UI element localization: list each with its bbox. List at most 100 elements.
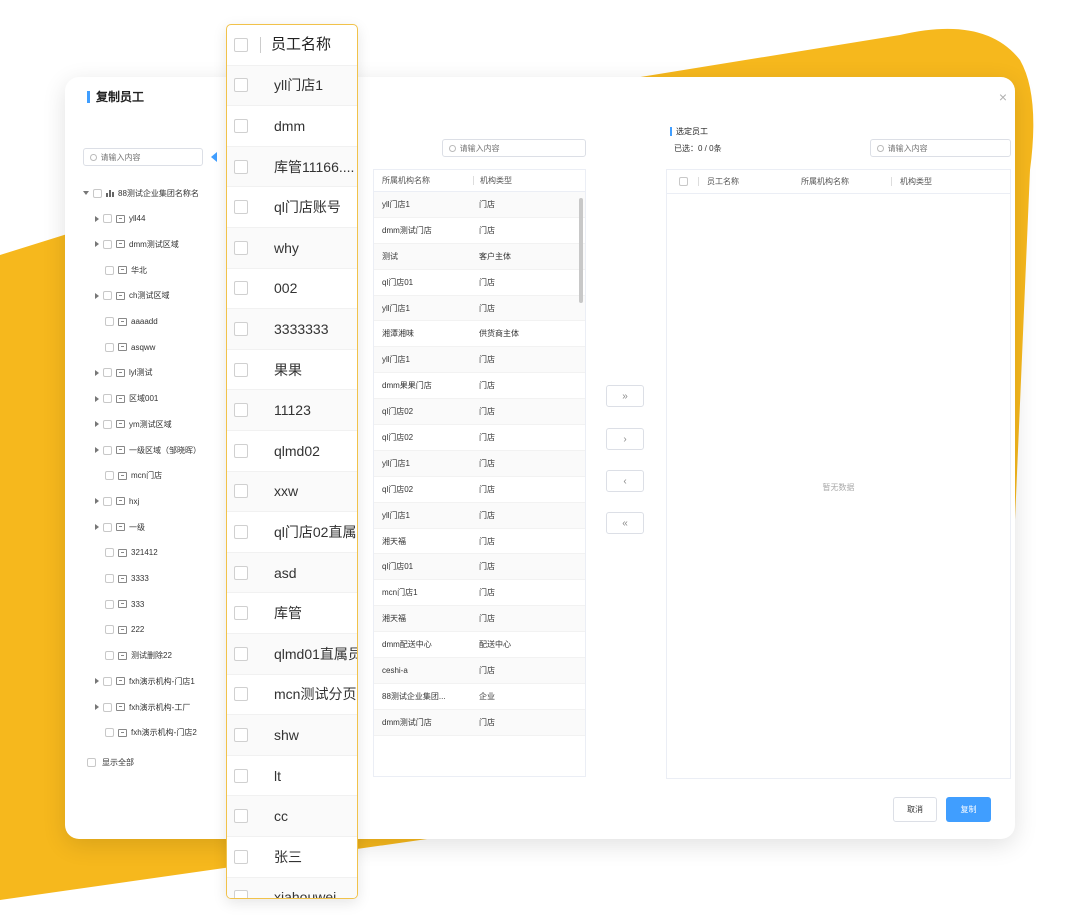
tree-node[interactable]: 321412 [105,547,158,559]
tree-node-checkbox[interactable] [103,214,112,224]
tree-node-checkbox[interactable] [103,291,112,301]
employee-checkbox[interactable] [234,321,248,336]
table-row[interactable]: dmm配送中心 配送中心 [374,632,585,659]
tree-node[interactable]: 88测试企业集团名称名 [83,187,199,199]
org-search-input[interactable] [83,148,203,166]
tree-node[interactable]: yll44 [95,213,145,225]
tree-node-checkbox[interactable] [105,265,114,275]
tree-node[interactable]: 测试删除22 [105,650,172,662]
tree-node[interactable]: fxh演示机构-工厂 [95,701,190,713]
table-row[interactable]: ql门店01 门店 [374,554,585,581]
zoom-employee-row[interactable]: ql门店02直属 [227,512,357,553]
tree-node-checkbox[interactable] [105,625,114,635]
caret-right-icon[interactable] [95,447,99,453]
caret-right-icon[interactable] [95,421,99,428]
tree-node[interactable]: fxh演示机构-门店2 [105,727,197,739]
tree-node[interactable]: 3333 [105,573,149,585]
tree-node[interactable]: 一级 [95,521,145,533]
table-row[interactable]: ql门店02 门店 [374,477,585,503]
table-row[interactable]: 湘天福 门店 [374,529,585,555]
show-all-toggle[interactable]: 显示全部 [87,757,134,768]
tree-node-checkbox[interactable] [103,419,112,429]
employee-checkbox[interactable] [234,849,248,864]
tree-node-checkbox[interactable] [105,471,114,481]
selected-search-input[interactable] [870,139,1011,157]
tree-node[interactable]: ym测试区域 [95,418,172,430]
tree-node-checkbox[interactable] [103,702,112,712]
table-row[interactable]: 湘潭湘味 供货商主体 [374,321,585,348]
employee-checkbox[interactable] [234,727,248,742]
move-all-right-button[interactable]: » [606,385,644,407]
select-all-checkbox[interactable] [679,177,688,186]
zoom-employee-row[interactable]: 11123 [227,390,357,431]
tree-node[interactable]: 华北 [105,264,147,276]
caret-down-icon[interactable] [83,191,89,195]
zoom-employee-row[interactable]: ql门店账号 [227,187,357,228]
employee-checkbox[interactable] [234,687,248,702]
employee-checkbox[interactable] [234,281,248,296]
employee-checkbox[interactable] [234,890,248,898]
zoom-employee-row[interactable]: dmm [227,106,357,147]
table-row[interactable]: yll门店1 门店 [374,347,585,374]
employee-checkbox[interactable] [234,646,248,661]
caret-right-icon[interactable] [95,678,99,685]
employee-checkbox[interactable] [234,118,248,133]
zoom-employee-row[interactable]: 库管11166.... [227,146,357,188]
tree-node[interactable]: 一级区域（邹晓晖） [95,444,201,456]
tree-node-checkbox[interactable] [105,317,114,326]
tree-node[interactable]: 222 [105,624,144,636]
zoom-employee-row[interactable]: 库管 [227,593,357,634]
employee-checkbox[interactable] [234,403,248,418]
zoom-employee-row[interactable]: xiahouwei [227,877,357,898]
employee-checkbox[interactable] [234,768,248,783]
zoom-employee-row[interactable]: qlmd01直属员 [227,634,357,675]
caret-right-icon[interactable] [95,369,99,376]
zoom-employee-row[interactable]: mcn测试分页 [227,675,357,716]
tree-node[interactable]: mcn门店 [105,470,162,482]
tree-node-checkbox[interactable] [103,445,112,455]
employee-checkbox[interactable] [234,200,248,215]
zoom-employee-row[interactable]: cc [227,796,357,837]
tree-node[interactable]: hxj [95,495,139,507]
employee-checkbox[interactable] [234,240,248,255]
employee-search-input[interactable] [442,139,586,157]
move-left-button[interactable]: ‹ [606,470,644,492]
table-scrollbar[interactable] [579,198,583,303]
cancel-button[interactable]: 取消 [893,797,937,822]
show-all-checkbox[interactable] [87,758,96,767]
zoom-employee-row[interactable]: why [227,228,357,269]
caret-right-icon[interactable] [95,498,99,505]
tree-node-checkbox[interactable] [93,188,102,198]
close-icon[interactable]: × [999,89,1007,105]
employee-checkbox[interactable] [234,78,248,93]
employee-checkbox[interactable] [234,524,248,539]
employee-checkbox[interactable] [234,809,248,824]
tree-node-checkbox[interactable] [105,548,114,558]
table-row[interactable]: yll门店1 门店 [374,450,585,477]
zoom-employee-row[interactable]: 张三 [227,837,357,878]
caret-right-icon[interactable] [95,704,99,710]
tree-node-checkbox[interactable] [103,676,112,686]
select-all-checkbox[interactable] [234,37,248,52]
table-row[interactable]: yll门店1 门店 [374,502,585,529]
table-row[interactable]: mcn门店1 门店 [374,580,585,607]
tree-node[interactable]: 区域001 [95,393,158,405]
table-row[interactable]: yll门店1 门店 [374,192,585,218]
tree-node-checkbox[interactable] [103,368,112,378]
zoom-employee-row[interactable]: lt [227,756,357,797]
org-search-field[interactable] [100,152,202,162]
zoom-employee-row[interactable]: yll门店1 [227,65,357,107]
employee-checkbox[interactable] [234,362,248,377]
employee-checkbox[interactable] [234,484,248,499]
zoom-employee-row[interactable]: 果果 [227,350,357,391]
table-row[interactable]: 湘天福 门店 [374,606,585,633]
table-row[interactable]: dmm测试门店 门店 [374,218,585,244]
move-right-button[interactable]: › [606,428,644,450]
tree-node-checkbox[interactable] [105,574,114,583]
selected-search-field[interactable] [887,143,1010,153]
table-row[interactable]: 测试 客户主体 [374,243,585,270]
tree-node-checkbox[interactable] [105,599,114,609]
employee-checkbox[interactable] [234,443,248,458]
table-row[interactable]: ql门店02 门店 [374,399,585,426]
tree-node-checkbox[interactable] [105,342,114,352]
